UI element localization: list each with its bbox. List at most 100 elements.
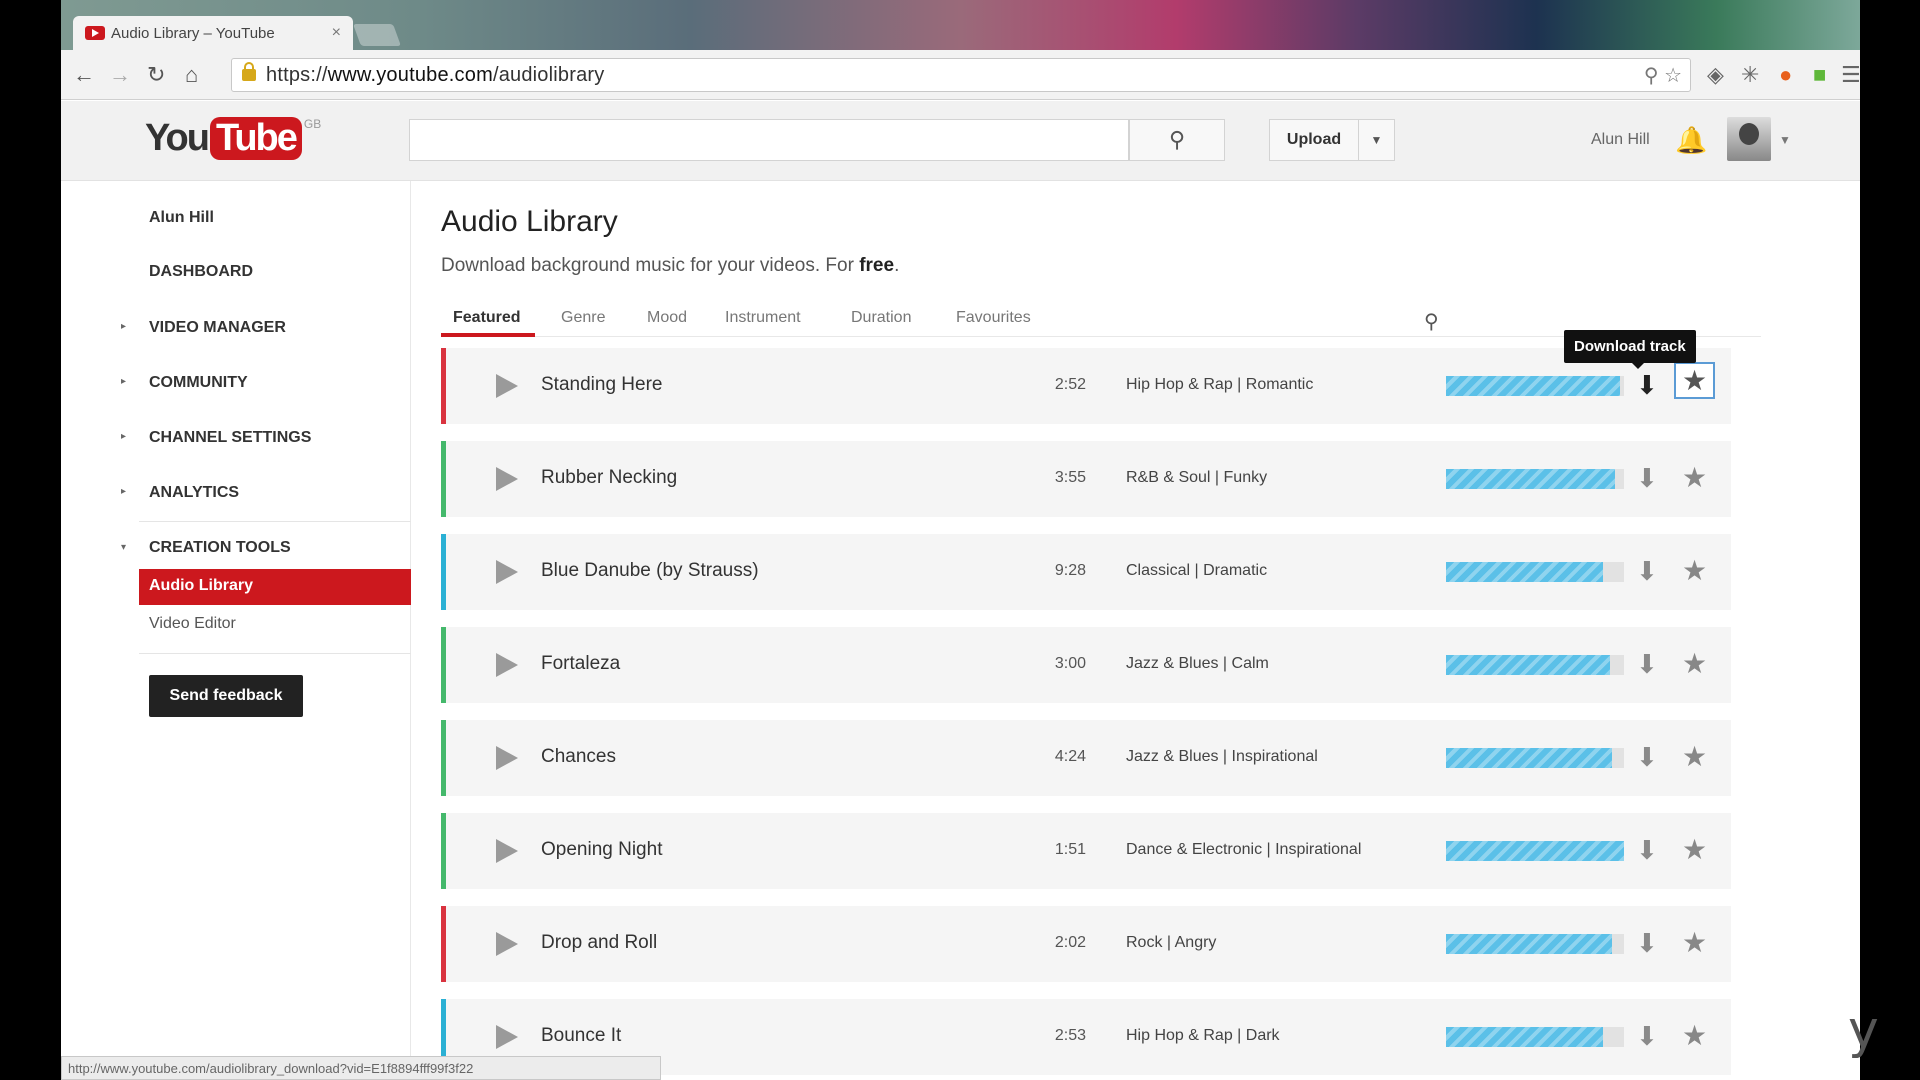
favourite-star-icon[interactable]: ★: [1682, 461, 1707, 494]
waveform-progress[interactable]: [1446, 934, 1624, 954]
track-row[interactable]: Standing Here 2:52 Hip Hop & Rap | Roman…: [441, 348, 1731, 424]
track-duration: 3:55: [1054, 469, 1086, 486]
extension-icon[interactable]: ◈: [1707, 62, 1724, 88]
search-icon[interactable]: ⚲: [1424, 309, 1439, 334]
favourite-star-icon[interactable]: ★: [1682, 554, 1707, 587]
extension-puzzle-icon[interactable]: ✳: [1741, 62, 1759, 88]
bullet-icon: ▸: [121, 431, 127, 442]
url-path: /audiolibrary: [492, 63, 605, 86]
header-user-name[interactable]: Alun Hill: [1591, 131, 1650, 149]
right-letterbox: [1860, 0, 1920, 1080]
track-row[interactable]: Rubber Necking 3:55 R&B & Soul | Funky ⬇…: [441, 441, 1731, 517]
play-icon[interactable]: [496, 374, 518, 398]
waveform-progress[interactable]: [1446, 469, 1624, 489]
waveform-progress[interactable]: [1446, 562, 1624, 582]
waveform-fill: [1446, 469, 1616, 489]
waveform-progress[interactable]: [1446, 655, 1624, 675]
subtitle-end: .: [894, 255, 900, 276]
sidebar-item-dashboard[interactable]: DASHBOARD: [149, 263, 253, 281]
menu-icon[interactable]: ☰: [1841, 62, 1860, 88]
sidebar-item-channel-settings[interactable]: CHANNEL SETTINGS: [149, 429, 311, 447]
avatar-caret-icon[interactable]: ▼: [1779, 133, 1791, 147]
sidebar-user[interactable]: Alun Hill: [149, 209, 214, 227]
tab-featured[interactable]: Featured: [453, 309, 521, 327]
waveform-fill: [1446, 655, 1610, 675]
forward-arrow-icon[interactable]: →: [109, 62, 131, 88]
play-icon[interactable]: [496, 839, 518, 863]
download-icon[interactable]: ⬇: [1636, 556, 1658, 587]
play-icon[interactable]: [496, 746, 518, 770]
track-name: Drop and Roll: [541, 932, 658, 953]
send-feedback-button[interactable]: Send feedback: [149, 675, 303, 717]
waveform-progress[interactable]: [1446, 376, 1624, 396]
play-icon[interactable]: [496, 932, 518, 956]
youtube-logo[interactable]: You Tube GB: [145, 117, 321, 160]
play-icon[interactable]: [496, 467, 518, 491]
track-row[interactable]: Drop and Roll 2:02 Rock | Angry ⬇ ★: [441, 906, 1731, 982]
address-bar[interactable]: https://www.youtube.com/audiolibrary ⚲ ☆: [231, 58, 1691, 92]
waveform-progress[interactable]: [1446, 1027, 1624, 1047]
track-genre: Jazz & Blues | Inspirational: [1126, 748, 1318, 765]
back-arrow-icon[interactable]: ←: [73, 62, 95, 88]
search-input[interactable]: [409, 119, 1129, 161]
track-duration: 9:28: [1054, 562, 1086, 579]
upload-dropdown-button[interactable]: ▼: [1359, 119, 1395, 161]
zoom-icon[interactable]: ⚲: [1644, 65, 1659, 87]
logo-you: You: [145, 117, 210, 159]
favourite-star-icon[interactable]: ★: [1682, 647, 1707, 680]
waveform-fill: [1446, 376, 1621, 396]
favourite-star-icon[interactable]: ★: [1682, 1019, 1707, 1052]
download-icon[interactable]: ⬇: [1636, 370, 1658, 401]
track-row[interactable]: Chances 4:24 Jazz & Blues | Inspirationa…: [441, 720, 1731, 796]
url-scheme: https://: [266, 63, 328, 86]
download-icon[interactable]: ⬇: [1636, 835, 1658, 866]
favourite-star-icon[interactable]: ★: [1682, 833, 1707, 866]
bookmark-star-icon[interactable]: ☆: [1664, 65, 1682, 87]
extension-green-icon[interactable]: ■: [1813, 62, 1826, 88]
play-icon[interactable]: [496, 653, 518, 677]
avatar[interactable]: [1727, 117, 1771, 161]
tab-favourites[interactable]: Favourites: [956, 309, 1031, 327]
search-button[interactable]: ⚲: [1129, 119, 1225, 161]
favourite-star-icon[interactable]: ★: [1682, 740, 1707, 773]
tab-mood[interactable]: Mood: [647, 309, 687, 327]
waveform-progress[interactable]: [1446, 748, 1624, 768]
track-row[interactable]: Opening Night 1:51 Dance & Electronic | …: [441, 813, 1731, 889]
search-icon: ⚲: [1168, 127, 1186, 152]
play-icon[interactable]: [496, 1025, 518, 1049]
close-tab-icon[interactable]: ×: [332, 24, 341, 42]
waveform-progress[interactable]: [1446, 841, 1624, 861]
download-icon[interactable]: ⬇: [1636, 1021, 1658, 1052]
watermark-glyph: y: [1848, 1000, 1879, 1060]
home-icon[interactable]: ⌂: [185, 62, 198, 88]
new-tab-button[interactable]: [352, 24, 402, 46]
sidebar-item-audio-library[interactable]: Audio Library: [139, 569, 411, 605]
track-genre: Dance & Electronic | Inspirational: [1126, 841, 1362, 858]
play-icon[interactable]: [496, 560, 518, 584]
tab-title: Audio Library – YouTube: [111, 24, 275, 42]
sidebar-item-community[interactable]: COMMUNITY: [149, 374, 248, 392]
upload-button[interactable]: Upload: [1269, 119, 1359, 161]
track-row[interactable]: Fortaleza 3:00 Jazz & Blues | Calm ⬇ ★: [441, 627, 1731, 703]
sidebar-divider: [139, 521, 411, 522]
sidebar-item-video-manager[interactable]: VIDEO MANAGER: [149, 319, 286, 337]
favourite-star-icon[interactable]: ★: [1674, 362, 1716, 399]
download-icon[interactable]: ⬇: [1636, 463, 1658, 494]
favourite-star-icon[interactable]: ★: [1682, 926, 1707, 959]
download-icon[interactable]: ⬇: [1636, 928, 1658, 959]
download-tooltip: Download track: [1564, 330, 1696, 369]
track-row[interactable]: Blue Danube (by Strauss) 9:28 Classical …: [441, 534, 1731, 610]
tab-instrument[interactable]: Instrument: [725, 309, 801, 327]
download-icon[interactable]: ⬇: [1636, 649, 1658, 680]
bell-icon[interactable]: 🔔: [1675, 125, 1707, 156]
extension-flame-icon[interactable]: ●: [1779, 62, 1792, 88]
subtitle-text: Download background music for your video…: [441, 255, 860, 276]
sidebar-item-analytics[interactable]: ANALYTICS: [149, 484, 239, 502]
reload-icon[interactable]: ↻: [147, 62, 165, 88]
browser-tab[interactable]: Audio Library – YouTube ×: [73, 16, 353, 50]
sidebar-item-video-editor[interactable]: Video Editor: [149, 615, 236, 633]
download-icon[interactable]: ⬇: [1636, 742, 1658, 773]
tab-genre[interactable]: Genre: [561, 309, 605, 327]
sidebar-item-creation-tools[interactable]: CREATION TOOLS: [149, 539, 291, 557]
tab-duration[interactable]: Duration: [851, 309, 911, 327]
